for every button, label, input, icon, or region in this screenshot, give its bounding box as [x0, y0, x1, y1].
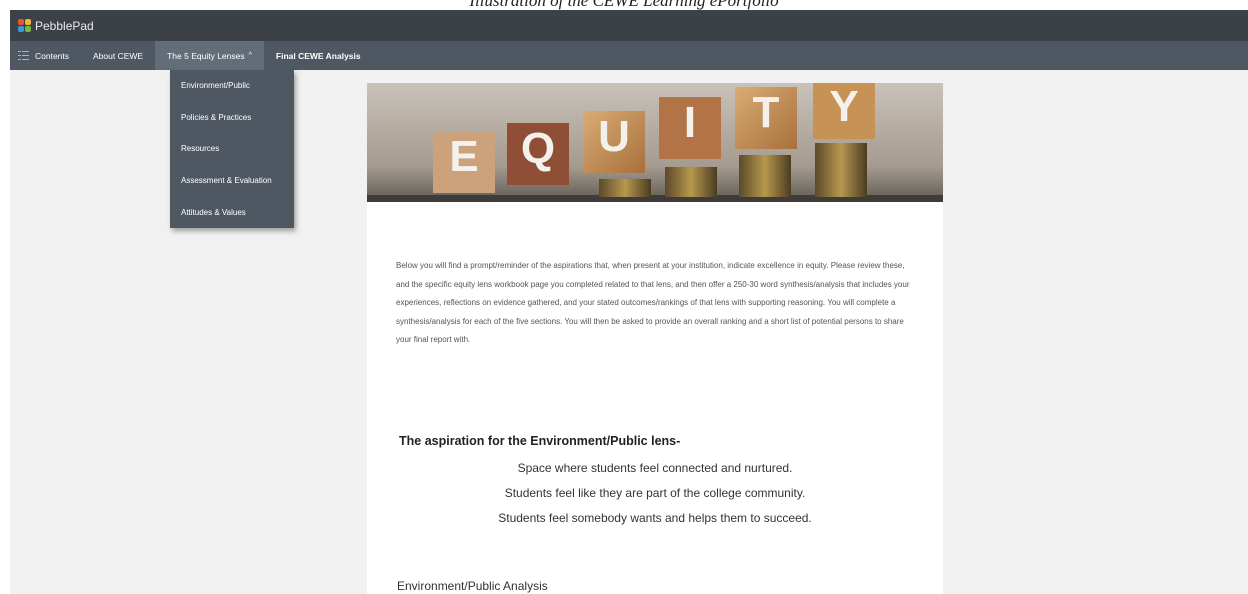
nav-contents-label: Contents: [35, 50, 70, 61]
dropdown-item-attitudes-values[interactable]: Attitudes & Values: [170, 196, 294, 228]
pebblepad-logo[interactable]: PebblePad: [17, 19, 94, 33]
dropdown-item-assessment-evaluation[interactable]: Assessment & Evaluation: [170, 165, 294, 197]
figure-caption: Illustration of the CEWE Learning ePortf…: [469, 0, 779, 10]
aspiration-line: Space where students feel connected and …: [517, 461, 793, 475]
nav-contents[interactable]: Contents: [10, 41, 81, 70]
dropdown-item-resources[interactable]: Resources: [170, 133, 294, 165]
nav-final-analysis[interactable]: Final CEWE Analysis: [264, 41, 373, 70]
banner-letter: Y: [829, 83, 858, 131]
banner-letter: E: [449, 132, 478, 181]
contents-list-icon: [18, 50, 29, 61]
intro-paragraph: Below you will find a prompt/reminder of…: [396, 261, 910, 344]
equity-banner-image: EQU I T Y: [367, 83, 943, 202]
aspiration-line: Students feel somebody wants and helps t…: [498, 511, 812, 525]
banner-letter: Q: [521, 124, 555, 173]
content-card: EQU I T Y Below you will find a prompt/remi…: [367, 83, 943, 594]
main-nav: Contents About CEWE The 5 Equity Lenses …: [10, 41, 1248, 70]
nav-about-cewe[interactable]: About CEWE: [81, 41, 155, 70]
aspiration-heading: The aspiration for the Environment/Publi…: [399, 434, 681, 448]
nav-equity-lenses[interactable]: The 5 Equity Lenses ^: [155, 41, 264, 70]
app-header: PebblePad: [10, 10, 1248, 41]
aspiration-line: Students feel like they are part of the …: [504, 486, 806, 500]
chevron-up-icon: ^: [248, 52, 252, 59]
equity-lenses-dropdown: Environment/Public Policies & Practices …: [170, 70, 294, 228]
dropdown-item-environment-public[interactable]: Environment/Public: [170, 70, 294, 102]
app-name: PebblePad: [35, 18, 94, 33]
banner-letter: T: [753, 88, 780, 137]
analysis-heading: Environment/Public Analysis: [397, 579, 548, 593]
pebblepad-logo-icon: [17, 19, 31, 33]
banner-letter: U: [598, 112, 630, 161]
dropdown-item-policies-practices[interactable]: Policies & Practices: [170, 102, 294, 134]
banner-letter: I: [684, 98, 696, 147]
nav-equity-lenses-label: The 5 Equity Lenses: [167, 50, 245, 61]
